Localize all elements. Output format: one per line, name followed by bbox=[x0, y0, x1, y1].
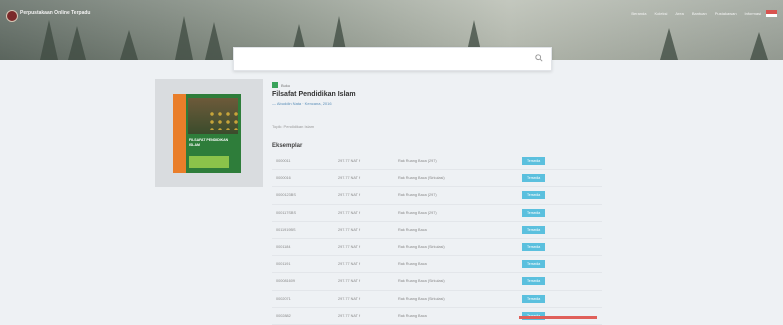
nav-links: Beranda Koleksi Area Bantuan Pustakawan … bbox=[631, 11, 761, 16]
table-row: 000117SBS 297.77 NAT f Rak Ruang Baca (2… bbox=[272, 204, 602, 222]
copy-location: Rak Ruang Baca (297) bbox=[394, 153, 518, 171]
cover-photo bbox=[188, 98, 241, 134]
table-row: 0000123BS 297.77 NAT f Rak Ruang Baca (2… bbox=[272, 186, 602, 205]
tree-decoration bbox=[120, 30, 138, 60]
copy-call-number: 297.77 NAT f bbox=[334, 290, 394, 308]
copy-code: 0002071 bbox=[272, 290, 334, 308]
status-badge: Tersedia bbox=[522, 174, 546, 183]
copy-location: Rak Ruang Baca (Sirkulasi) bbox=[394, 290, 518, 308]
copy-location: Rak Ruang Baca (297) bbox=[394, 186, 518, 205]
copy-call-number: 297.77 NAT f bbox=[334, 204, 394, 222]
copy-location: Rak Ruang Baca bbox=[394, 307, 518, 325]
copy-code: 0011919BS bbox=[272, 221, 334, 239]
nav-link-help[interactable]: Bantuan bbox=[692, 11, 707, 16]
copies-table: 0000011 297.77 NAT f Rak Ruang Baca (297… bbox=[272, 153, 602, 325]
tree-decoration bbox=[660, 28, 678, 60]
table-row: 0000016 297.77 NAT f Rak Ruang Baca (Sir… bbox=[272, 169, 602, 188]
nav-link-home[interactable]: Beranda bbox=[631, 11, 646, 16]
site-brand[interactable]: Perpustakaan Online Terpadu bbox=[20, 10, 90, 16]
copy-location: Rak Ruang Baca (Sirkulasi) bbox=[394, 272, 518, 291]
book-type-icon bbox=[272, 82, 278, 88]
tree-decoration bbox=[205, 22, 223, 60]
language-flag-icon[interactable] bbox=[766, 10, 777, 17]
search-icon[interactable] bbox=[535, 54, 543, 62]
copy-code: 000117SBS bbox=[272, 204, 334, 222]
copy-code: 0001191 bbox=[272, 255, 334, 274]
search-input[interactable] bbox=[240, 54, 524, 68]
table-row: 0000011 297.77 NAT f Rak Ruang Baca (297… bbox=[272, 153, 602, 171]
status-badge: Tersedia bbox=[522, 277, 546, 286]
book-type-label: Buku bbox=[281, 83, 291, 88]
copy-call-number: 297.77 NAT f bbox=[334, 307, 394, 325]
copies-heading: Eksemplar bbox=[272, 143, 303, 149]
table-row: 0002071 297.77 NAT f Rak Ruang Baca (Sir… bbox=[272, 290, 602, 308]
status-badge: Tersedia bbox=[522, 260, 546, 269]
copy-code: 0000016 bbox=[272, 169, 334, 188]
tree-decoration bbox=[175, 16, 193, 60]
copy-call-number: 297.77 NAT f bbox=[334, 169, 394, 188]
status-badge: Tersedia bbox=[522, 294, 546, 303]
copy-code: 000081609 bbox=[272, 272, 334, 291]
table-row: 000081609 297.77 NAT f Rak Ruang Baca (S… bbox=[272, 272, 602, 291]
status-badge: Tersedia bbox=[522, 157, 546, 166]
copy-location: Rak Ruang Baca (Sirkulasi) bbox=[394, 169, 518, 188]
copy-code: 0000123BS bbox=[272, 186, 334, 205]
nav-link-info[interactable]: Informasi bbox=[745, 11, 761, 16]
site-logo[interactable] bbox=[6, 10, 18, 22]
subject-line: Topik: Pendidikan Islam bbox=[272, 124, 315, 129]
copy-call-number: 297.77 NAT f bbox=[334, 255, 394, 274]
status-badge: Tersedia bbox=[522, 225, 546, 234]
copy-call-number: 297.77 NAT f bbox=[334, 272, 394, 291]
cover-side-band bbox=[173, 94, 186, 173]
copy-location: Rak Ruang Baca (297) bbox=[394, 204, 518, 222]
copy-call-number: 297.77 NAT f bbox=[334, 186, 394, 205]
status-badge: Tersedia bbox=[522, 191, 546, 200]
nav-link-area[interactable]: Area bbox=[675, 11, 683, 16]
copy-code: 0001184 bbox=[272, 238, 334, 257]
copy-call-number: 297.77 NAT f bbox=[334, 238, 394, 257]
copy-location: Rak Ruang Baca bbox=[394, 255, 518, 274]
search-bar bbox=[233, 47, 552, 71]
cover-badge bbox=[189, 156, 229, 168]
table-row: 0001184 297.77 NAT f Rak Ruang Baca (Sir… bbox=[272, 238, 602, 257]
tree-decoration bbox=[750, 32, 768, 60]
copy-call-number: 297.77 NAT f bbox=[334, 221, 394, 239]
copy-location: Rak Ruang Baca bbox=[394, 221, 518, 239]
cover-title: FILSAFAT PENDIDIKAN ISLAM bbox=[189, 138, 229, 147]
status-badge: Tersedia bbox=[522, 243, 546, 252]
book-cover-image: FILSAFAT PENDIDIKAN ISLAM bbox=[173, 94, 241, 173]
copy-code: 0002882 bbox=[272, 307, 334, 325]
author-link[interactable]: — Abuddin Nata · Kencana, 2016 bbox=[272, 101, 332, 106]
copy-call-number: 297.77 NAT f bbox=[334, 153, 394, 171]
tree-decoration bbox=[68, 26, 86, 60]
copy-code: 0000011 bbox=[272, 153, 334, 171]
table-row: 0001191 297.77 NAT f Rak Ruang Baca Ters… bbox=[272, 255, 602, 274]
nav-link-collection[interactable]: Koleksi bbox=[654, 11, 667, 16]
status-badge: Tersedia bbox=[522, 208, 546, 217]
copy-location: Rak Ruang Baca (Sirkulasi) bbox=[394, 238, 518, 257]
top-navbar: Perpustakaan Online Terpadu Beranda Kole… bbox=[0, 0, 783, 22]
table-row: 0011919BS 297.77 NAT f Rak Ruang Baca Te… bbox=[272, 221, 602, 239]
nav-link-librarian[interactable]: Pustakawan bbox=[715, 11, 737, 16]
book-title: Filsafat Pendidikan Islam bbox=[272, 91, 356, 98]
